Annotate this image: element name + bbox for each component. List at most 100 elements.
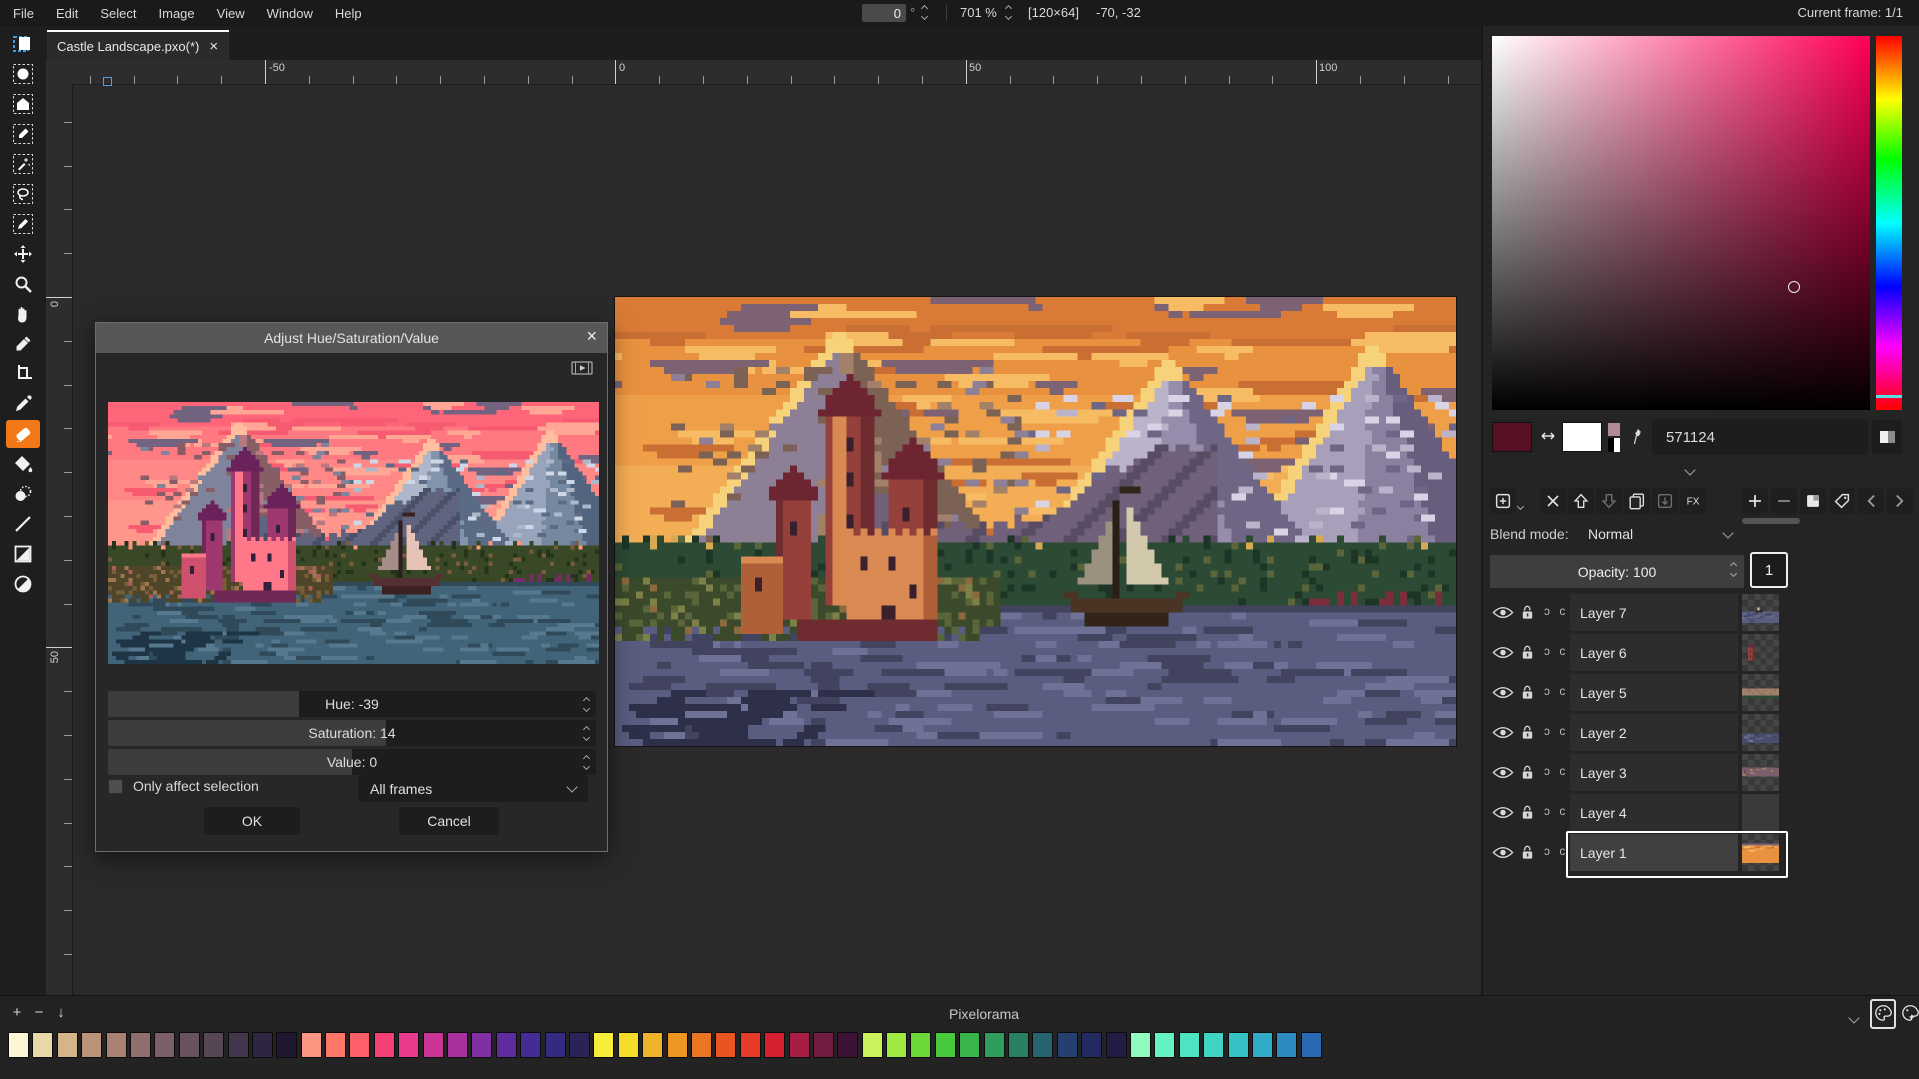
palette-swatch-0[interactable] bbox=[8, 1032, 29, 1058]
vertical-ruler[interactable]: 050 bbox=[46, 84, 73, 995]
slider-spinner[interactable] bbox=[584, 749, 589, 775]
palette-swatch-34[interactable] bbox=[837, 1032, 858, 1058]
default-colors-swatch[interactable] bbox=[1608, 438, 1620, 452]
layer-visibility-icon[interactable] bbox=[1492, 766, 1514, 779]
preview-play-icon[interactable] bbox=[571, 359, 593, 380]
tool-color-picker[interactable] bbox=[6, 330, 40, 358]
palette-swatch-2[interactable] bbox=[57, 1032, 78, 1058]
new-palette-button[interactable] bbox=[1900, 999, 1919, 1029]
add-layer-chevron-icon[interactable] bbox=[1518, 497, 1523, 512]
tool-color-select[interactable] bbox=[6, 120, 40, 148]
secondary-color-swatch[interactable] bbox=[1562, 422, 1602, 452]
layer-name[interactable]: Layer 3 bbox=[1570, 754, 1738, 791]
layer-lock-icon[interactable] bbox=[1520, 724, 1535, 740]
palette-swatch-20[interactable] bbox=[496, 1032, 517, 1058]
layer-visibility-icon[interactable] bbox=[1492, 606, 1514, 619]
palette-swatch-29[interactable] bbox=[715, 1032, 736, 1058]
layer-lock-icon[interactable] bbox=[1520, 644, 1535, 660]
color-sv-square[interactable] bbox=[1492, 36, 1870, 410]
layer-visibility-icon[interactable] bbox=[1492, 686, 1514, 699]
palette-swatch-13[interactable] bbox=[325, 1032, 346, 1058]
palette-swatch-49[interactable] bbox=[1203, 1032, 1224, 1058]
blend-mode-dropdown[interactable]: Normal bbox=[1578, 520, 1742, 547]
tool-ellipse-select[interactable] bbox=[6, 60, 40, 88]
palette-swatch-41[interactable] bbox=[1008, 1032, 1029, 1058]
palette-swatch-24[interactable] bbox=[593, 1032, 614, 1058]
layer-name[interactable]: Layer 2 bbox=[1570, 714, 1738, 751]
tool-zoom[interactable] bbox=[6, 270, 40, 298]
eyedropper-icon[interactable] bbox=[1628, 420, 1648, 453]
layer-row[interactable]: ɔ c Layer 2 bbox=[1484, 714, 1919, 751]
layer-lock-icon[interactable] bbox=[1520, 684, 1535, 700]
opacity-spinner[interactable] bbox=[1731, 563, 1736, 576]
palette-swatch-30[interactable] bbox=[740, 1032, 761, 1058]
layer-visibility-icon[interactable] bbox=[1492, 806, 1514, 819]
timeline-scrollbar[interactable] bbox=[1742, 518, 1800, 524]
menu-help[interactable]: Help bbox=[324, 0, 373, 26]
layer-thumbnail[interactable] bbox=[1742, 634, 1779, 671]
dialog-close-icon[interactable]: × bbox=[586, 326, 597, 347]
primary-color-swatch[interactable] bbox=[1492, 422, 1532, 452]
palette-dropdown-chevron-icon[interactable] bbox=[1850, 1010, 1858, 1025]
tool-move[interactable] bbox=[6, 240, 40, 268]
layer-thumbnail[interactable] bbox=[1742, 754, 1779, 791]
clone-frame-button[interactable] bbox=[1800, 488, 1826, 514]
tool-crop[interactable] bbox=[6, 360, 40, 388]
menu-image[interactable]: Image bbox=[148, 0, 206, 26]
layer-visibility-icon[interactable] bbox=[1492, 646, 1514, 659]
move-up-button[interactable] bbox=[1568, 488, 1594, 514]
tool-eraser[interactable] bbox=[6, 420, 40, 448]
palette-swatch-1[interactable] bbox=[32, 1032, 53, 1058]
palette-swatch-22[interactable] bbox=[545, 1032, 566, 1058]
palette-swatch-12[interactable] bbox=[301, 1032, 322, 1058]
palette-swatch-25[interactable] bbox=[618, 1032, 639, 1058]
palette-swatch-46[interactable] bbox=[1130, 1032, 1151, 1058]
layer-link-icon[interactable]: ɔ c bbox=[1544, 844, 1568, 858]
tool-polygon-select[interactable] bbox=[6, 90, 40, 118]
palette-swatch-36[interactable] bbox=[886, 1032, 907, 1058]
layer-lock-icon[interactable] bbox=[1520, 844, 1535, 860]
only-affect-selection-checkbox[interactable] bbox=[108, 779, 123, 794]
sv-cursor-ring[interactable] bbox=[1788, 281, 1800, 293]
layer-thumbnail[interactable] bbox=[1742, 794, 1779, 831]
layer-visibility-icon[interactable] bbox=[1492, 726, 1514, 739]
clone-layer-button[interactable] bbox=[1624, 488, 1650, 514]
layer-opacity-slider[interactable]: Opacity: 100 bbox=[1490, 555, 1744, 588]
palette-swatch-50[interactable] bbox=[1228, 1032, 1249, 1058]
tool-rectangle[interactable] bbox=[6, 540, 40, 568]
palette-swatch-38[interactable] bbox=[935, 1032, 956, 1058]
layer-name[interactable]: Layer 6 bbox=[1570, 634, 1738, 671]
palette-swatch-11[interactable] bbox=[276, 1032, 297, 1058]
hue-slider[interactable] bbox=[1876, 36, 1902, 410]
palette-swatch-23[interactable] bbox=[569, 1032, 590, 1058]
palette-swatch-35[interactable] bbox=[862, 1032, 883, 1058]
add-layer-button[interactable] bbox=[1490, 488, 1516, 514]
tool-rectangle-select[interactable] bbox=[6, 30, 40, 58]
palette-swatch-3[interactable] bbox=[81, 1032, 102, 1058]
layer-link-icon[interactable]: ɔ c bbox=[1544, 644, 1568, 658]
move-down-button[interactable] bbox=[1596, 488, 1622, 514]
menu-select[interactable]: Select bbox=[89, 0, 147, 26]
tool-bucket[interactable] bbox=[6, 450, 40, 478]
prev-frame-button[interactable] bbox=[1858, 488, 1884, 514]
layer-row[interactable]: ɔ c Layer 6 bbox=[1484, 634, 1919, 671]
tool-magic-wand[interactable] bbox=[6, 150, 40, 178]
layer-name[interactable]: Layer 7 bbox=[1570, 594, 1738, 631]
rotation-spinner[interactable] bbox=[922, 6, 927, 19]
edit-palette-button[interactable] bbox=[1870, 999, 1896, 1029]
tool-paint-select[interactable] bbox=[6, 210, 40, 238]
zoom-level-label[interactable]: 701 % bbox=[960, 5, 997, 20]
palette-swatch-21[interactable] bbox=[520, 1032, 541, 1058]
ok-button[interactable]: OK bbox=[204, 807, 300, 835]
tab-close-icon[interactable]: × bbox=[209, 38, 218, 55]
layer-lock-icon[interactable] bbox=[1520, 604, 1535, 620]
palette-swatch-44[interactable] bbox=[1081, 1032, 1102, 1058]
layer-fx-button[interactable]: FX bbox=[1680, 488, 1706, 514]
menu-edit[interactable]: Edit bbox=[45, 0, 89, 26]
remove-palette-color-button[interactable]: − bbox=[30, 1003, 48, 1021]
palette-swatch-27[interactable] bbox=[667, 1032, 688, 1058]
hue-cursor-line[interactable] bbox=[1876, 395, 1902, 398]
rotation-input[interactable]: 0 bbox=[862, 4, 906, 22]
layer-thumbnail[interactable] bbox=[1742, 834, 1779, 871]
slider-spinner[interactable] bbox=[584, 720, 589, 746]
